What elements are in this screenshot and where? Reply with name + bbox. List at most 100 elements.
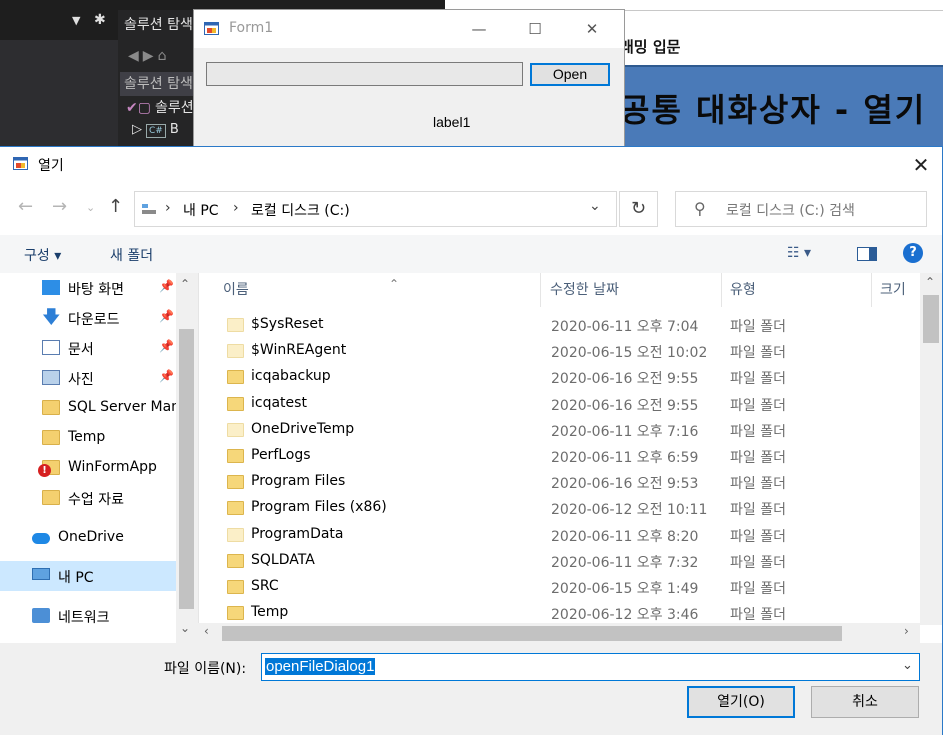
forward-arrow-icon[interactable]: → (52, 196, 67, 217)
maximize-button[interactable]: ☐ (512, 18, 558, 40)
dropdown-arrow-icon[interactable]: ▼ (72, 14, 80, 27)
refresh-button[interactable]: ↻ (619, 191, 658, 227)
nav-item-onedrive[interactable]: OneDrive (0, 523, 176, 553)
solution-explorer-search[interactable]: 솔루션 탐색기 검색 (120, 72, 198, 96)
minimize-button[interactable]: — (456, 18, 502, 40)
column-header-type[interactable]: 유형 (722, 273, 872, 307)
filename-dropdown-icon[interactable]: ⌄ (902, 658, 913, 673)
file-row[interactable]: PerfLogs 2020-06-11 오후 6:59 파일 폴더 (199, 443, 921, 469)
filename-value[interactable]: openFileDialog1 (265, 658, 376, 675)
folder-icon (227, 606, 244, 621)
dialog-titlebar[interactable]: 열기 ✕ (0, 147, 942, 183)
file-type: 파일 폴더 (730, 607, 786, 624)
address-dropdown-icon[interactable]: ⌄ (589, 198, 601, 214)
file-list-vertical-scrollbar[interactable]: ⌃ (920, 273, 942, 625)
scroll-up-icon[interactable]: ⌃ (180, 277, 190, 291)
scroll-right-icon[interactable]: › (904, 624, 909, 638)
close-button[interactable]: ✕ (569, 18, 615, 40)
nav-item-network[interactable]: 네트워크 (0, 601, 176, 631)
filename-input[interactable]: openFileDialog1 ⌄ (261, 653, 920, 681)
nav-item-pictures[interactable]: 사진 📌 (0, 363, 176, 393)
file-row[interactable]: SQLDATA 2020-06-11 오후 7:32 파일 폴더 (199, 548, 921, 574)
file-date: 2020-06-16 오전 9:55 (551, 371, 699, 388)
solution-tree-item[interactable]: ✔▢ 솔루션 (118, 96, 198, 120)
solution-explorer-toolbar: ◀▶⌂ (118, 40, 198, 72)
breadcrumb-this-pc[interactable]: 내 PC (183, 200, 219, 220)
file-type: 파일 폴더 (730, 476, 786, 493)
recent-locations-icon[interactable]: ⌄ (86, 201, 95, 214)
folder-icon (42, 490, 60, 505)
file-row[interactable]: Program Files (x86) 2020-06-12 오전 10:11 파일… (199, 495, 921, 521)
expand-arrow-icon[interactable]: ▷ (132, 122, 142, 137)
scroll-down-icon[interactable]: ⌄ (180, 621, 190, 635)
nav-item-this-pc[interactable]: 내 PC (0, 561, 176, 591)
folder-icon (227, 318, 244, 332)
scroll-up-icon[interactable]: ⌃ (925, 275, 935, 289)
help-icon[interactable]: ? (903, 243, 923, 263)
view-options-icon[interactable]: ☷ ▾ (787, 245, 811, 261)
solution-icon: ✔▢ (126, 100, 151, 116)
file-row[interactable]: OneDriveTemp 2020-06-11 오후 7:16 파일 폴더 (199, 417, 921, 443)
folder-icon (227, 449, 244, 463)
file-type: 파일 폴더 (730, 423, 786, 440)
file-path-textbox[interactable] (206, 62, 523, 86)
back-icon[interactable]: ◀ (128, 48, 143, 64)
dialog-cancel-button[interactable]: 취소 (811, 686, 919, 718)
nav-item-winformapp[interactable]: WinFormApp (0, 453, 176, 483)
network-icon (32, 608, 50, 623)
navigation-bar: ← → ⌄ ↑ › 내 PC › 로컬 디스크 (C:) ⌄ ↻ ⚲ 로컬 디스… (0, 183, 942, 235)
pin-icon: 📌 (159, 309, 174, 323)
forward-icon[interactable]: ▶ (143, 48, 158, 64)
search-box[interactable]: ⚲ 로컬 디스크 (C:) 검색 (675, 191, 927, 227)
gear-icon[interactable]: ✱ (94, 12, 106, 28)
file-date: 2020-06-15 오후 1:49 (551, 581, 699, 597)
breadcrumb-local-disk[interactable]: 로컬 디스크 (C:) (251, 200, 350, 220)
dialog-close-button[interactable]: ✕ (906, 151, 936, 179)
address-bar[interactable]: › 내 PC › 로컬 디스크 (C:) ⌄ (134, 191, 617, 227)
column-header-name[interactable]: 이름 ⌃ (215, 273, 541, 307)
file-row[interactable]: icqabackup 2020-06-16 오전 9:55 파일 폴더 (199, 364, 921, 390)
file-row[interactable]: Program Files 2020-06-16 오전 9:53 파일 폴더 (199, 469, 921, 495)
folder-icon (227, 553, 244, 568)
nav-item-downloads[interactable]: 🡇 다운로드 📌 (0, 303, 176, 333)
organize-button[interactable]: 구성 ▾ (24, 245, 61, 265)
filename-label: 파일 이름(N): (164, 661, 247, 677)
open-button[interactable]: Open (530, 63, 610, 86)
pin-icon: 📌 (159, 339, 174, 353)
scroll-left-icon[interactable]: ‹ (204, 624, 209, 638)
file-name: PerfLogs (251, 447, 311, 463)
folder-icon (42, 430, 60, 445)
nav-scroll-thumb[interactable] (179, 329, 194, 609)
project-tree-item[interactable]: ▷ C# B (118, 120, 198, 140)
file-date: 2020-06-11 오후 7:04 (551, 319, 699, 335)
dialog-open-button[interactable]: 열기(O) (687, 686, 795, 718)
search-placeholder: 로컬 디스크 (C:) 검색 (726, 203, 855, 219)
nav-item-sql-server[interactable]: SQL Server Man (0, 393, 180, 423)
nav-item-desktop[interactable]: 바탕 화면 📌 (0, 273, 176, 303)
home-icon[interactable]: ⌂ (158, 48, 171, 64)
vs-toolbar-area: ▼ ✱ (0, 0, 118, 148)
up-arrow-icon[interactable]: ↑ (108, 196, 123, 217)
file-row[interactable]: SRC 2020-06-15 오후 1:49 파일 폴더 (199, 574, 921, 600)
file-row[interactable]: ProgramData 2020-06-11 오후 8:20 파일 폴더 (199, 522, 921, 548)
dialog-app-icon (13, 157, 28, 170)
file-row[interactable]: icqatest 2020-06-16 오전 9:55 파일 폴더 (199, 391, 921, 417)
file-type: 파일 폴더 (730, 371, 786, 388)
file-row[interactable]: $SysReset 2020-06-11 오후 7:04 파일 폴더 (199, 312, 921, 338)
nav-item-class-materials[interactable]: 수업 자료 (0, 483, 176, 513)
file-row[interactable]: $WinREAgent 2020-06-15 오전 10:02 파일 폴더 (199, 338, 921, 364)
form1-titlebar[interactable]: Form1 — ☐ ✕ (194, 10, 624, 48)
vertical-scroll-thumb[interactable] (923, 295, 939, 343)
horizontal-scroll-thumb[interactable] (222, 626, 842, 641)
back-arrow-icon[interactable]: ← (18, 196, 33, 217)
nav-item-documents[interactable]: 문서 📌 (0, 333, 176, 363)
solution-explorer-title: 솔루션 탐색기 (124, 17, 198, 33)
nav-item-temp[interactable]: Temp (0, 423, 176, 453)
preview-pane-icon[interactable] (857, 247, 877, 261)
onedrive-icon (32, 533, 50, 544)
new-folder-button[interactable]: 새 폴더 (110, 245, 153, 265)
file-list-horizontal-scrollbar[interactable]: ‹ › (198, 623, 920, 643)
file-type: 파일 폴더 (730, 581, 786, 597)
nav-pane-scrollbar[interactable]: ⌃ ⌄ (176, 273, 197, 643)
column-header-date[interactable]: 수정한 날짜 (542, 273, 722, 307)
